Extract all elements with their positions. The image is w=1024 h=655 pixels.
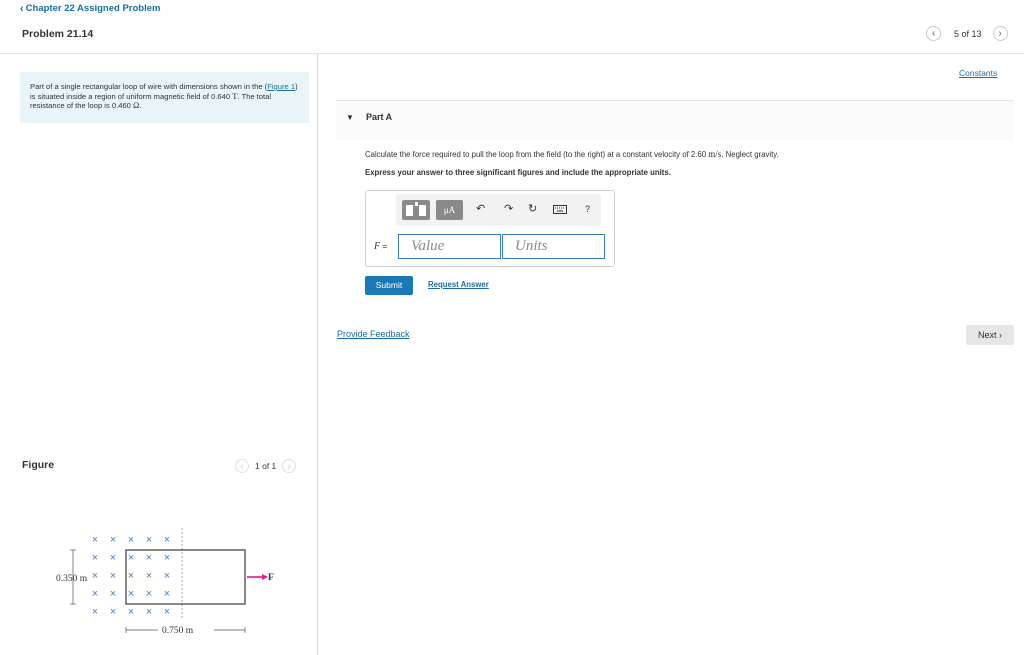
field-cross-mark: ×: [128, 606, 134, 618]
field-cross-mark: ×: [164, 552, 170, 564]
field-cross-mark: ×: [92, 552, 98, 564]
next-figure-button[interactable]: ›: [282, 459, 297, 473]
field-cross-mark: ×: [128, 552, 134, 564]
chevron-left-icon: ‹: [931, 28, 936, 39]
previous-figure-button[interactable]: ‹: [235, 459, 249, 473]
chevron-right-icon: ›: [998, 28, 1002, 39]
undo-icon[interactable]: ↶: [476, 202, 485, 215]
chevron-left-icon: ‹: [240, 461, 244, 471]
field-cross-mark: ×: [92, 534, 98, 546]
figure-pager: ‹ 1 of 1 ›: [235, 459, 297, 473]
answer-row: F = Value Units: [374, 234, 606, 259]
loop-figure: × × × × × × × × × × × × × × × × × × × × × × × × × 0.350 m 0.750 …: [56, 528, 274, 636]
field-cross-mark: ×: [146, 606, 152, 618]
chevron-left-icon: ‹: [20, 2, 24, 15]
figure-pager-text: 1 of 1: [255, 461, 277, 471]
answer-box: μA ↶ ↷ ↻ ? F = Value Units: [365, 190, 615, 267]
magnetic-field-crosses: × × × × × × × × × × × × × × × × × × × × × × × × ×: [92, 534, 170, 618]
field-cross-mark: ×: [164, 534, 170, 546]
collapse-triangle-icon: ▼: [346, 113, 354, 122]
value-input[interactable]: Value: [398, 234, 501, 259]
back-to-chapter-link[interactable]: ‹ Chapter 22 Assigned Problem: [20, 3, 160, 14]
width-label: 0.750 m: [162, 626, 194, 636]
field-cross-mark: ×: [164, 588, 170, 600]
question-text: Calculate the force required to pull the…: [365, 149, 779, 159]
question-text-part: Calculate the force required to pull the…: [365, 150, 709, 159]
panel-divider: [317, 54, 318, 655]
field-cross-mark: ×: [146, 534, 152, 546]
height-label: 0.350 m: [56, 574, 88, 584]
figure-heading: Figure: [22, 459, 55, 471]
problem-pager: ‹ 5 of 13 ›: [926, 26, 1008, 41]
field-cross-mark: ×: [146, 588, 152, 600]
units-button[interactable]: μA: [436, 200, 463, 220]
answer-variable: F =: [374, 241, 398, 252]
field-cross-mark: ×: [110, 552, 116, 564]
figure-link[interactable]: Figure 1: [267, 82, 295, 91]
answer-instruction: Express your answer to three significant…: [365, 168, 671, 177]
problem-statement: Part of a single rectangular loop of wir…: [20, 72, 309, 123]
part-title: Part A: [366, 112, 393, 122]
request-answer-link[interactable]: Request Answer: [428, 280, 489, 289]
field-cross-mark: ×: [128, 588, 134, 600]
field-cross-mark: ×: [128, 570, 134, 582]
header-divider: [0, 53, 1024, 54]
next-button[interactable]: Next ›: [966, 325, 1014, 345]
variable-symbol: F: [374, 241, 381, 252]
problem-title: Problem 21.14: [22, 28, 94, 40]
submit-button[interactable]: Submit: [365, 276, 413, 295]
previous-problem-button[interactable]: ‹: [926, 26, 941, 41]
chevron-right-icon: ›: [287, 461, 291, 471]
statement-text: .: [139, 101, 142, 110]
field-cross-mark: ×: [92, 606, 98, 618]
field-cross-mark: ×: [128, 534, 134, 546]
wire-loop: [125, 549, 246, 605]
part-a-header[interactable]: ▼ Part A: [336, 100, 1014, 140]
field-cross-mark: ×: [92, 588, 98, 600]
field-cross-mark: ×: [92, 570, 98, 582]
field-cross-mark: ×: [110, 606, 116, 618]
next-problem-button[interactable]: ›: [992, 26, 1008, 41]
keyboard-icon[interactable]: [553, 205, 567, 217]
constants-link[interactable]: Constants: [959, 68, 997, 78]
templates-icon[interactable]: [402, 200, 430, 220]
field-cross-mark: ×: [146, 570, 152, 582]
field-cross-mark: ×: [164, 606, 170, 618]
field-cross-mark: ×: [110, 570, 116, 582]
question-text-part: . Neglect gravity.: [721, 150, 779, 159]
equals-sign: =: [382, 242, 388, 251]
field-cross-mark: ×: [110, 534, 116, 546]
next-button-label: Next: [977, 330, 997, 340]
math-toolbar: μA ↶ ↷ ↻ ?: [396, 194, 601, 226]
redo-icon[interactable]: ↷: [504, 202, 513, 215]
units-input[interactable]: Units: [502, 234, 605, 259]
chevron-right-icon: ›: [999, 330, 1003, 340]
field-cross-mark: ×: [146, 552, 152, 564]
field-cross-mark: ×: [110, 588, 116, 600]
provide-feedback-link[interactable]: Provide Feedback: [337, 329, 410, 339]
field-cross-mark: ×: [164, 570, 170, 582]
reset-icon[interactable]: ↻: [528, 202, 537, 215]
help-icon[interactable]: ?: [585, 204, 590, 214]
back-link-label: Chapter 22 Assigned Problem: [25, 3, 161, 14]
velocity-unit: m/s: [708, 149, 722, 159]
problem-pager-text: 5 of 13: [954, 28, 982, 39]
force-label: F: [268, 573, 274, 583]
